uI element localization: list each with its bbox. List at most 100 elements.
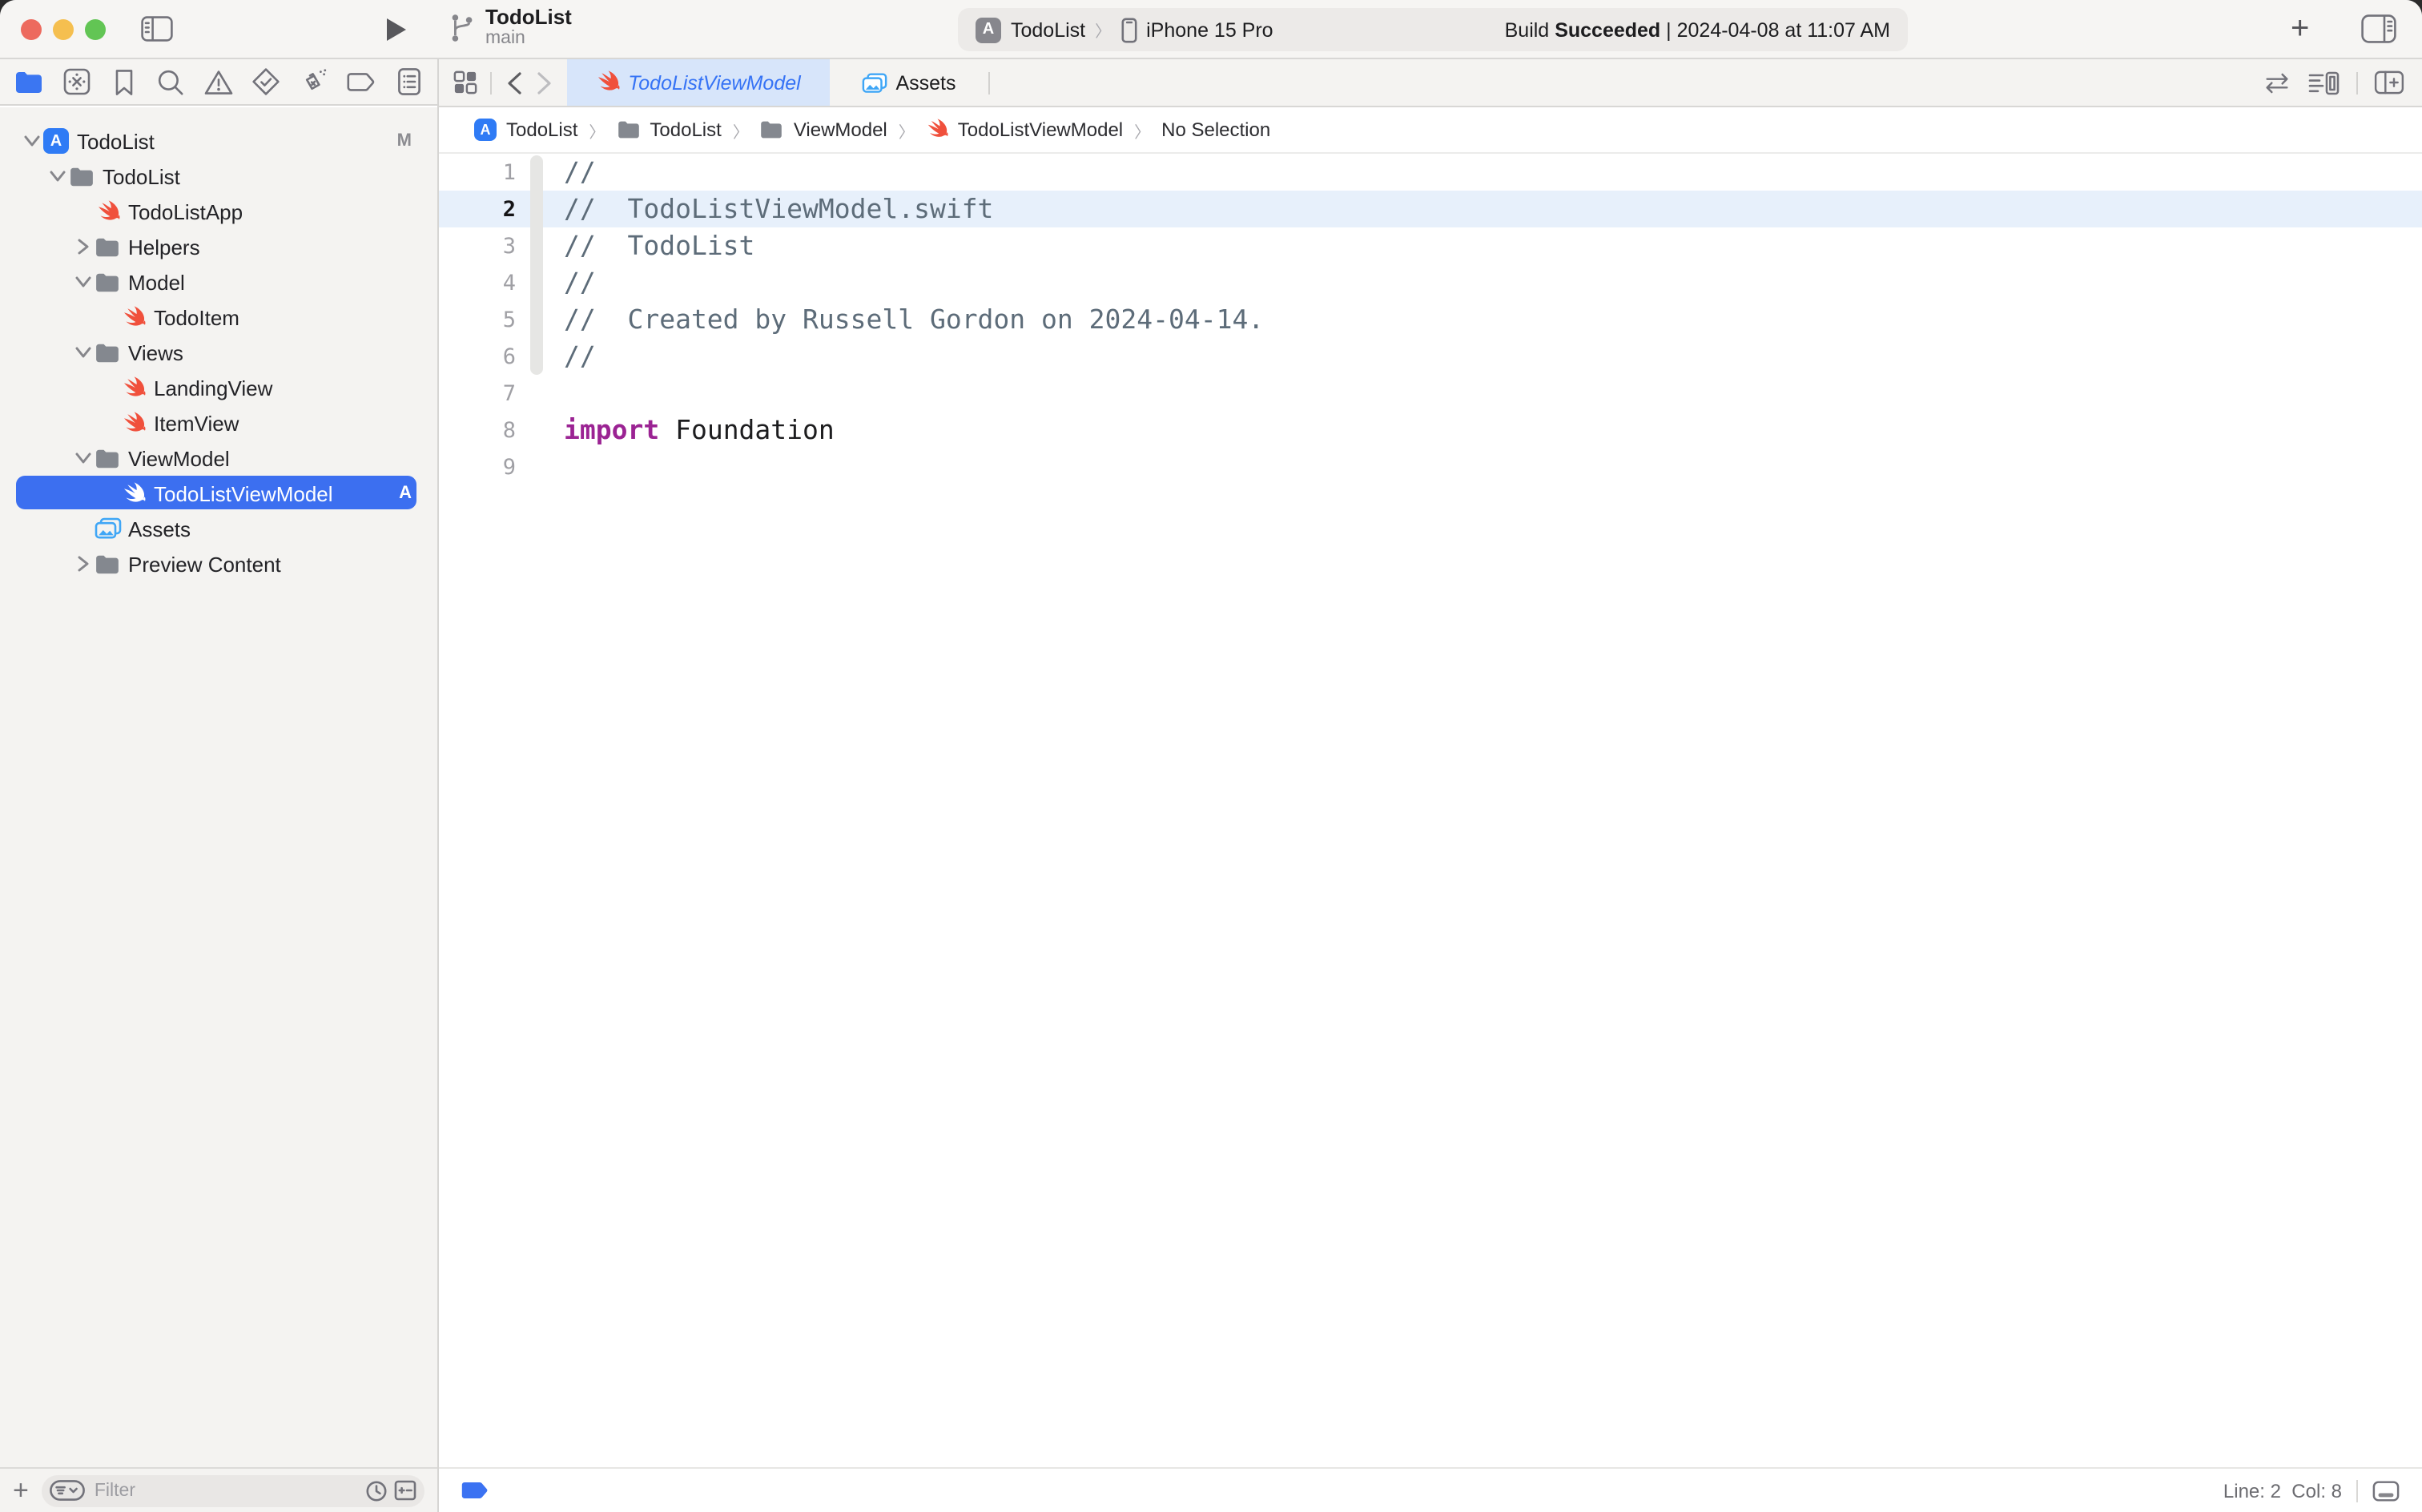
line-number: 7	[439, 380, 516, 406]
back-button[interactable]	[506, 71, 522, 94]
build-status[interactable]: Build Succeeded | 2024-04-08 at 11:07 AM	[1505, 18, 1890, 41]
forward-button[interactable]	[537, 71, 553, 94]
disclosure-triangle-icon[interactable]	[49, 170, 65, 183]
tree-row-file[interactable]: LandingView	[0, 370, 437, 405]
code-line[interactable]: 3 // TodoList	[439, 227, 2422, 264]
line-number: 6	[439, 344, 516, 369]
editor-status-bar: Line: 2 Col: 8	[439, 1467, 2422, 1512]
folder-icon	[95, 236, 120, 257]
zoom-window-button[interactable]	[85, 19, 106, 40]
minimap-toggle-icon[interactable]	[2372, 1479, 2400, 1502]
related-items-icon[interactable]	[453, 70, 477, 94]
flag-filter-icon[interactable]	[394, 1480, 416, 1501]
jumpbar-project[interactable]: A TodoList	[474, 119, 577, 141]
project-name: TodoList	[485, 5, 572, 29]
folder-icon	[95, 448, 120, 468]
reports-navigator-icon[interactable]	[392, 66, 424, 98]
add-editor-icon[interactable]	[2374, 70, 2404, 94]
line-number: 8	[439, 417, 516, 443]
code-line[interactable]: 6 //	[439, 338, 2422, 375]
tree-row-group[interactable]: Preview Content	[0, 546, 437, 581]
tree-row-group[interactable]: Views	[0, 335, 437, 370]
tree-row-file[interactable]: TodoListApp	[0, 194, 437, 229]
disclosure-triangle-icon[interactable]	[76, 239, 89, 255]
tree-row-project[interactable]: A TodoList M	[0, 123, 437, 159]
disclosure-triangle-icon[interactable]	[74, 452, 91, 464]
disclosure-triangle-icon[interactable]	[23, 135, 39, 147]
code-review-icon[interactable]	[2262, 71, 2292, 94]
code-line[interactable]: 4 //	[439, 264, 2422, 301]
scheme-selector[interactable]: A TodoList 〉 iPhone 15 Pro Build Succeed…	[958, 8, 1908, 51]
filter-field[interactable]	[42, 1474, 424, 1506]
app-project-icon: A	[43, 128, 69, 154]
code-line[interactable]: 8 import Foundation	[439, 412, 2422, 448]
tab-label: TodoListViewModel	[628, 71, 800, 94]
close-window-button[interactable]	[21, 19, 42, 40]
breakpoint-tag-icon[interactable]	[461, 1482, 489, 1499]
sidebar-toggle-icon[interactable]	[141, 16, 173, 42]
tree-row-group[interactable]: Model	[0, 264, 437, 300]
jump-bar: A TodoList 〉 TodoList 〉 ViewModel 〉 Todo…	[439, 107, 2422, 154]
line-number: 9	[439, 454, 516, 480]
folder-icon	[69, 166, 95, 187]
tree-row-group[interactable]: Helpers	[0, 229, 437, 264]
swift-file-icon	[121, 411, 145, 435]
code-line[interactable]: 9	[439, 448, 2422, 485]
folder-icon	[760, 120, 784, 139]
jumpbar-file[interactable]: TodoListViewModel	[926, 119, 1123, 141]
issues-navigator-icon[interactable]	[203, 66, 235, 98]
minimize-window-button[interactable]	[53, 19, 74, 40]
editor-controls	[2262, 70, 2404, 95]
project-title-block: TodoList main	[450, 5, 572, 50]
source-editor[interactable]: 1 // 2 // TodoListViewModel.swift 3 // T…	[439, 154, 2422, 1467]
code-line[interactable]: 5 // Created by Russell Gordon on 2024-0…	[439, 301, 2422, 338]
disclosure-triangle-icon[interactable]	[74, 275, 91, 288]
scheme-name: TodoList	[1011, 18, 1085, 41]
inspector-toggle-icon[interactable]	[2361, 14, 2396, 43]
breakpoints-navigator-icon[interactable]	[345, 66, 377, 98]
run-destination: iPhone 15 Pro	[1146, 18, 1273, 41]
scheme-target[interactable]: A TodoList 〉 iPhone 15 Pro	[976, 17, 1273, 42]
code-line[interactable]: 7	[439, 375, 2422, 412]
divider	[2356, 1479, 2358, 1502]
source-control-navigator-icon[interactable]	[60, 66, 92, 98]
tree-row-file[interactable]: ItemView	[0, 405, 437, 440]
add-file-button[interactable]: +	[13, 1477, 29, 1504]
tree-row-file[interactable]: Assets	[0, 511, 437, 546]
disclosure-triangle-icon[interactable]	[74, 346, 91, 359]
disclosure-triangle-icon[interactable]	[76, 556, 89, 572]
folder-icon	[95, 342, 120, 363]
tree-row-group[interactable]: ViewModel	[0, 440, 437, 476]
tree-row-group[interactable]: TodoList	[0, 159, 437, 194]
swift-file-icon	[121, 376, 145, 400]
tree-row-file[interactable]: TodoItem	[0, 300, 437, 335]
recents-clock-icon[interactable]	[365, 1479, 388, 1502]
editor-options-icon[interactable]	[2308, 70, 2340, 95]
tab-todolistviewmodel[interactable]: TodoListViewModel	[567, 59, 830, 106]
project-navigator-icon[interactable]	[13, 66, 45, 98]
chevron-right-icon: 〉	[733, 118, 749, 142]
tests-navigator-icon[interactable]	[250, 66, 282, 98]
swift-file-icon	[121, 305, 145, 329]
tab-assets[interactable]: Assets	[830, 59, 988, 106]
run-button[interactable]	[386, 18, 407, 42]
jumpbar-group[interactable]: TodoList	[616, 119, 721, 141]
filter-input[interactable]	[91, 1479, 359, 1502]
filter-icon[interactable]	[50, 1480, 85, 1501]
find-navigator-icon[interactable]	[155, 66, 187, 98]
code-line[interactable]: 1 //	[439, 154, 2422, 191]
project-navigator: A TodoList M TodoList TodoListApp Helper…	[0, 107, 437, 1467]
bookmarks-navigator-icon[interactable]	[108, 66, 140, 98]
swift-file-icon	[926, 119, 948, 141]
tree-row-file-selected[interactable]: TodoListViewModel A	[0, 476, 437, 511]
debug-navigator-icon[interactable]	[298, 66, 330, 98]
sidebar-divider[interactable]	[437, 59, 439, 1512]
folder-icon	[95, 271, 120, 292]
jumpbar-group[interactable]: ViewModel	[760, 119, 887, 141]
jumpbar-selection[interactable]: No Selection	[1161, 119, 1270, 141]
line-number: 1	[439, 159, 516, 185]
status-badge: M	[397, 131, 412, 151]
code-line-current[interactable]: 2 // TodoListViewModel.swift	[439, 191, 2422, 227]
line-number: 2	[439, 196, 516, 222]
add-tab-button[interactable]: +	[2291, 8, 2309, 50]
